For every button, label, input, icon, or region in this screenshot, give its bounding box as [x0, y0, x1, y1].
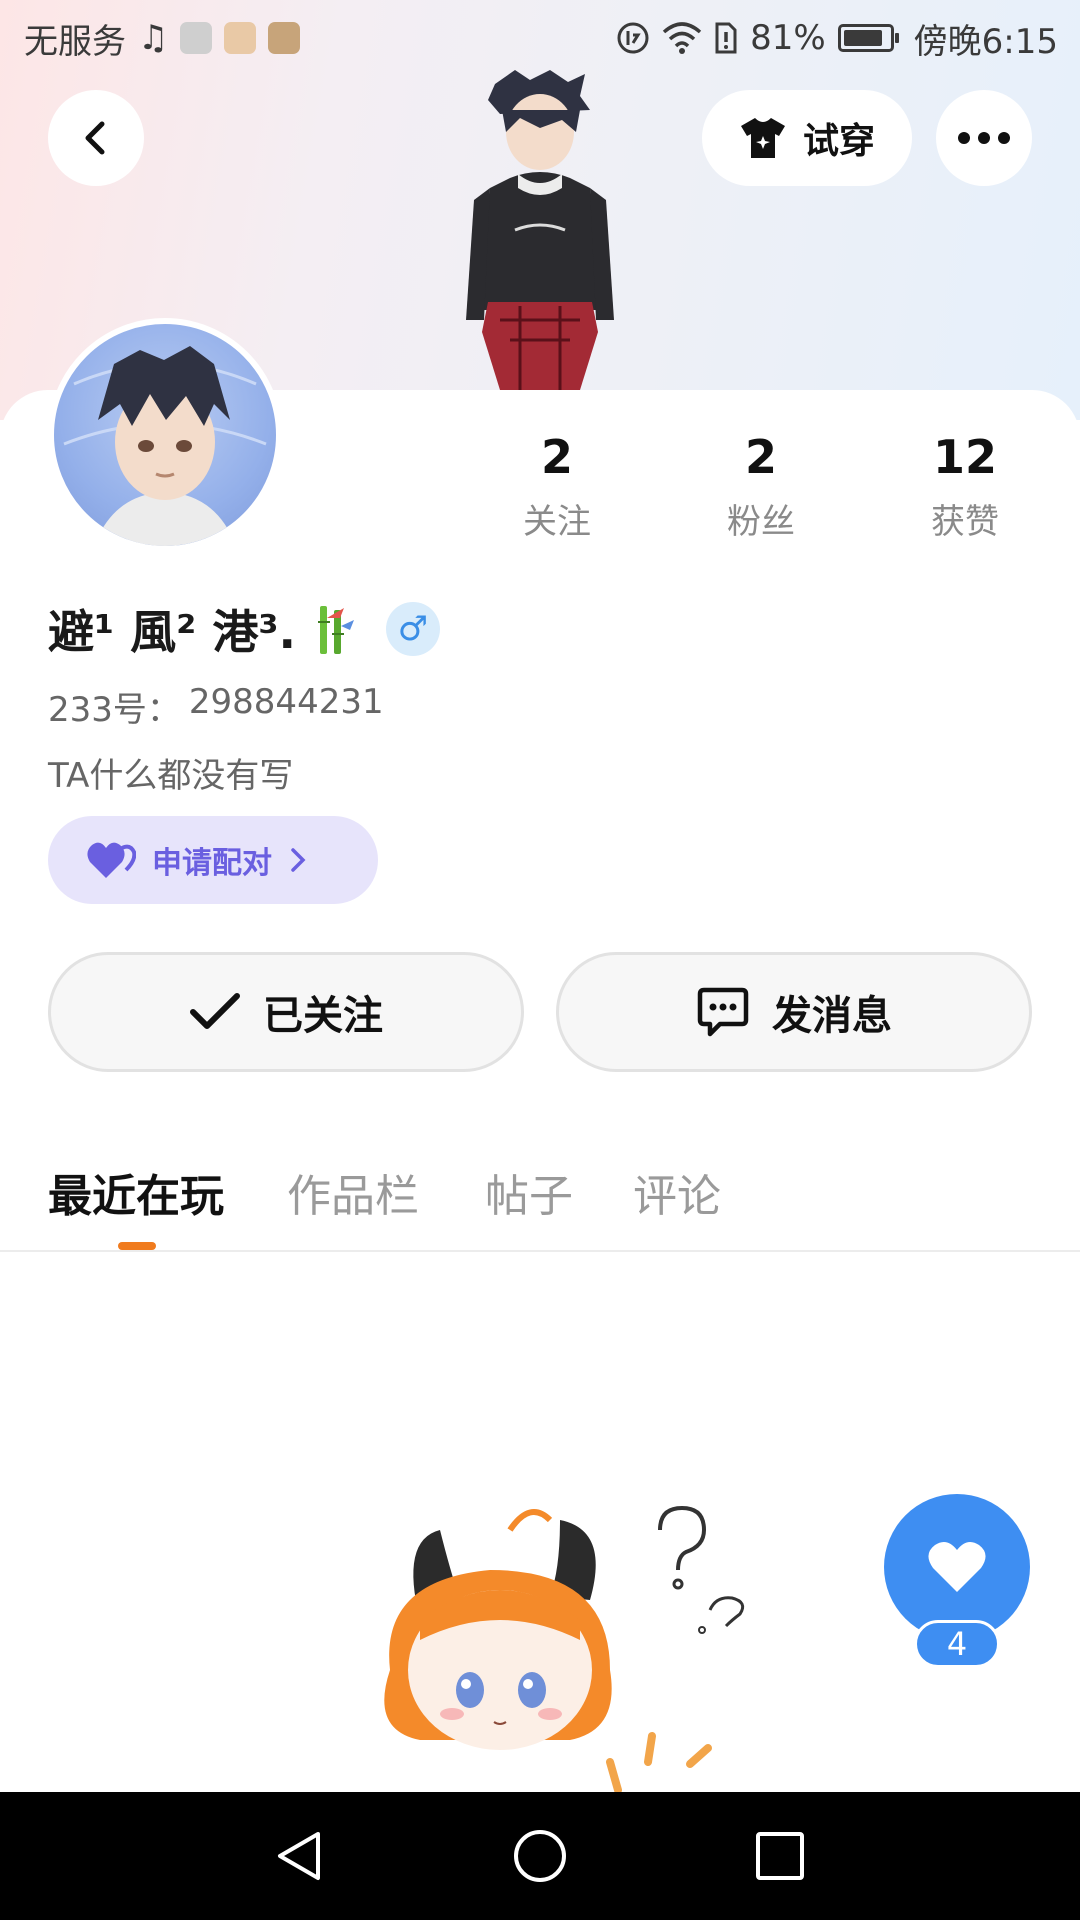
profile-tabs: 最近在玩 作品栏 帖子 评论 [0, 1140, 1080, 1252]
files-app-icon [180, 22, 213, 54]
tab-posts[interactable]: 帖子 [485, 1160, 573, 1224]
likes-count: 12 [932, 430, 997, 484]
chat-bubble-icon [697, 987, 749, 1037]
user-bio: TA什么都没有写 [48, 756, 294, 796]
avatar-3d-figure [466, 70, 614, 390]
sim-alert-icon [715, 22, 737, 54]
request-pair-label: 申请配对 [152, 846, 272, 881]
chevron-left-icon [85, 121, 105, 155]
heart-pair-icon [87, 842, 136, 878]
profile-stats: 2 关注 2 粉丝 12 获赞 [0, 430, 1080, 550]
wifi-icon [662, 22, 702, 54]
username-row: 避¹ 風² 港³. ♂ [48, 596, 440, 662]
followers-label: 粉丝 [727, 502, 795, 542]
likes-label: 获赞 [931, 502, 999, 542]
following-stat[interactable]: 2 关注 [477, 430, 637, 543]
more-options-button[interactable] [936, 90, 1032, 186]
like-count-badge: 4 [914, 1620, 1000, 1668]
username: 避¹ 風² 港³. [48, 605, 296, 659]
music-note-icon: ♫ [138, 18, 169, 58]
battery-icon [837, 24, 899, 52]
followers-count: 2 [744, 430, 777, 484]
battery-percent: 81% [750, 18, 826, 58]
data-saver-icon [617, 22, 649, 54]
send-message-label: 发消息 [772, 993, 892, 1039]
following-button[interactable]: 已关注 [48, 952, 524, 1072]
empty-state-mascot [384, 1505, 745, 1792]
send-message-button[interactable]: 发消息 [556, 952, 1032, 1072]
user-id-row: 233号： 298844231 [48, 682, 384, 731]
following-button-label: 已关注 [263, 993, 383, 1039]
more-dots-icon [958, 132, 1010, 144]
bamboo-icon [317, 606, 354, 654]
nav-back-icon[interactable] [270, 1826, 330, 1886]
chevron-right-icon [291, 848, 306, 872]
following-count: 2 [540, 430, 573, 484]
nav-home-icon[interactable] [510, 1826, 570, 1886]
tab-recently-played[interactable]: 最近在玩 [48, 1160, 224, 1224]
system-navigation-bar [0, 1792, 1080, 1920]
active-tab-indicator [118, 1242, 156, 1250]
back-button[interactable] [48, 90, 144, 186]
status-bar: 无服务 ♫ 81% 傍晚6:15 [0, 0, 1080, 76]
try-on-label: 试穿 [802, 121, 875, 162]
user-id-value: 298844231 [188, 682, 384, 722]
clock: 傍晚6:15 [913, 21, 1058, 62]
carrier-text: 无服务 [24, 21, 126, 62]
checkmark-icon [190, 993, 240, 1029]
try-on-button[interactable]: 试穿 [702, 90, 912, 186]
gender-badge: ♂ [385, 602, 440, 656]
following-label: 关注 [523, 502, 591, 542]
heart-icon [928, 1541, 986, 1592]
request-pair-button[interactable]: 申请配对 [48, 816, 378, 904]
followers-stat[interactable]: 2 粉丝 [681, 430, 841, 543]
likes-stat[interactable]: 12 获赞 [885, 430, 1045, 543]
nav-recents-icon[interactable] [750, 1826, 810, 1886]
user-id-label: 233号： [48, 690, 181, 730]
tab-comments[interactable]: 评论 [633, 1160, 721, 1224]
huawei-app-icon [268, 22, 301, 54]
music-app-icon [224, 22, 257, 54]
tab-works[interactable]: 作品栏 [287, 1160, 419, 1224]
like-button[interactable] [884, 1494, 1030, 1640]
tshirt-icon [740, 118, 785, 158]
